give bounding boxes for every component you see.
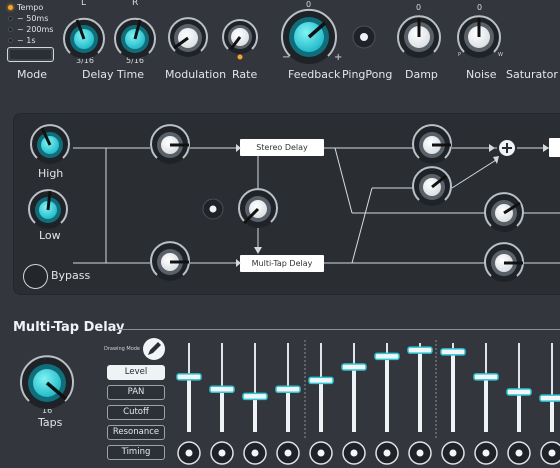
tap-slider-handle [473,373,499,381]
tap-slider[interactable] [407,343,433,432]
tap-slider[interactable] [473,343,499,432]
pencil-icon[interactable] [143,338,165,360]
modulation-knob[interactable] [168,17,208,57]
delay-left-knob[interactable] [63,17,105,59]
pingpong-toggle[interactable] [352,25,376,49]
tap-slider-handle [242,392,268,401]
tap-slider[interactable] [539,343,560,432]
rate-indicator-dot [237,54,243,60]
tap-slider[interactable] [308,343,334,432]
stereo-input-knob[interactable] [150,124,190,164]
rate-knob[interactable] [222,18,258,60]
tap-toggle[interactable] [375,441,399,465]
tap-slider-handle [209,385,235,394]
low-knob[interactable] [28,189,68,229]
tap-slider-handle [176,373,202,381]
tap-slider-handle [407,346,433,354]
tap-slider[interactable] [275,343,301,432]
tap-toggle[interactable] [342,441,366,465]
tap-toggle[interactable] [276,441,300,465]
sum-node [499,140,515,156]
send-knob[interactable] [412,166,452,206]
tap-slider-handle [374,352,400,361]
return-knob-2[interactable] [484,242,524,282]
tap-slider-handle [539,394,560,402]
feedback-knob[interactable] [281,8,337,64]
tap-slider-handle [506,388,532,396]
tap-toggle[interactable] [210,441,234,465]
tap-slider-handle [440,348,466,356]
return-knob-1[interactable] [484,192,524,232]
tap-toggle[interactable] [408,441,432,465]
delay-right-knob[interactable] [114,17,156,59]
taps-knob[interactable] [20,355,74,409]
tap-sliders [176,343,560,465]
tap-slider-handle [275,385,301,394]
tap-toggle[interactable] [540,441,560,465]
tap-slider[interactable] [176,343,202,432]
graphics-layer [20,8,560,465]
tap-toggle[interactable] [177,441,201,465]
cross-feed-knob[interactable] [238,188,278,228]
multitap-input-knob[interactable] [150,241,190,281]
tap-slider[interactable] [341,343,367,432]
noise-knob[interactable] [457,15,501,58]
tap-slider-handle [341,363,367,371]
damp-knob[interactable] [397,15,441,58]
tap-slider[interactable] [506,343,532,432]
tap-slider[interactable] [209,343,235,432]
tap-slider[interactable] [374,343,400,432]
link-toggle[interactable] [202,198,224,220]
tap-toggle[interactable] [441,441,465,465]
tap-slider[interactable] [242,343,268,432]
tap-slider-handle [308,376,334,385]
stereo-output-knob[interactable] [412,124,452,164]
tap-toggle[interactable] [474,441,498,465]
tap-toggle[interactable] [243,441,267,465]
high-knob[interactable] [30,124,70,164]
tap-toggle[interactable] [309,441,333,465]
tap-toggle[interactable] [507,441,531,465]
tap-slider[interactable] [440,343,466,432]
